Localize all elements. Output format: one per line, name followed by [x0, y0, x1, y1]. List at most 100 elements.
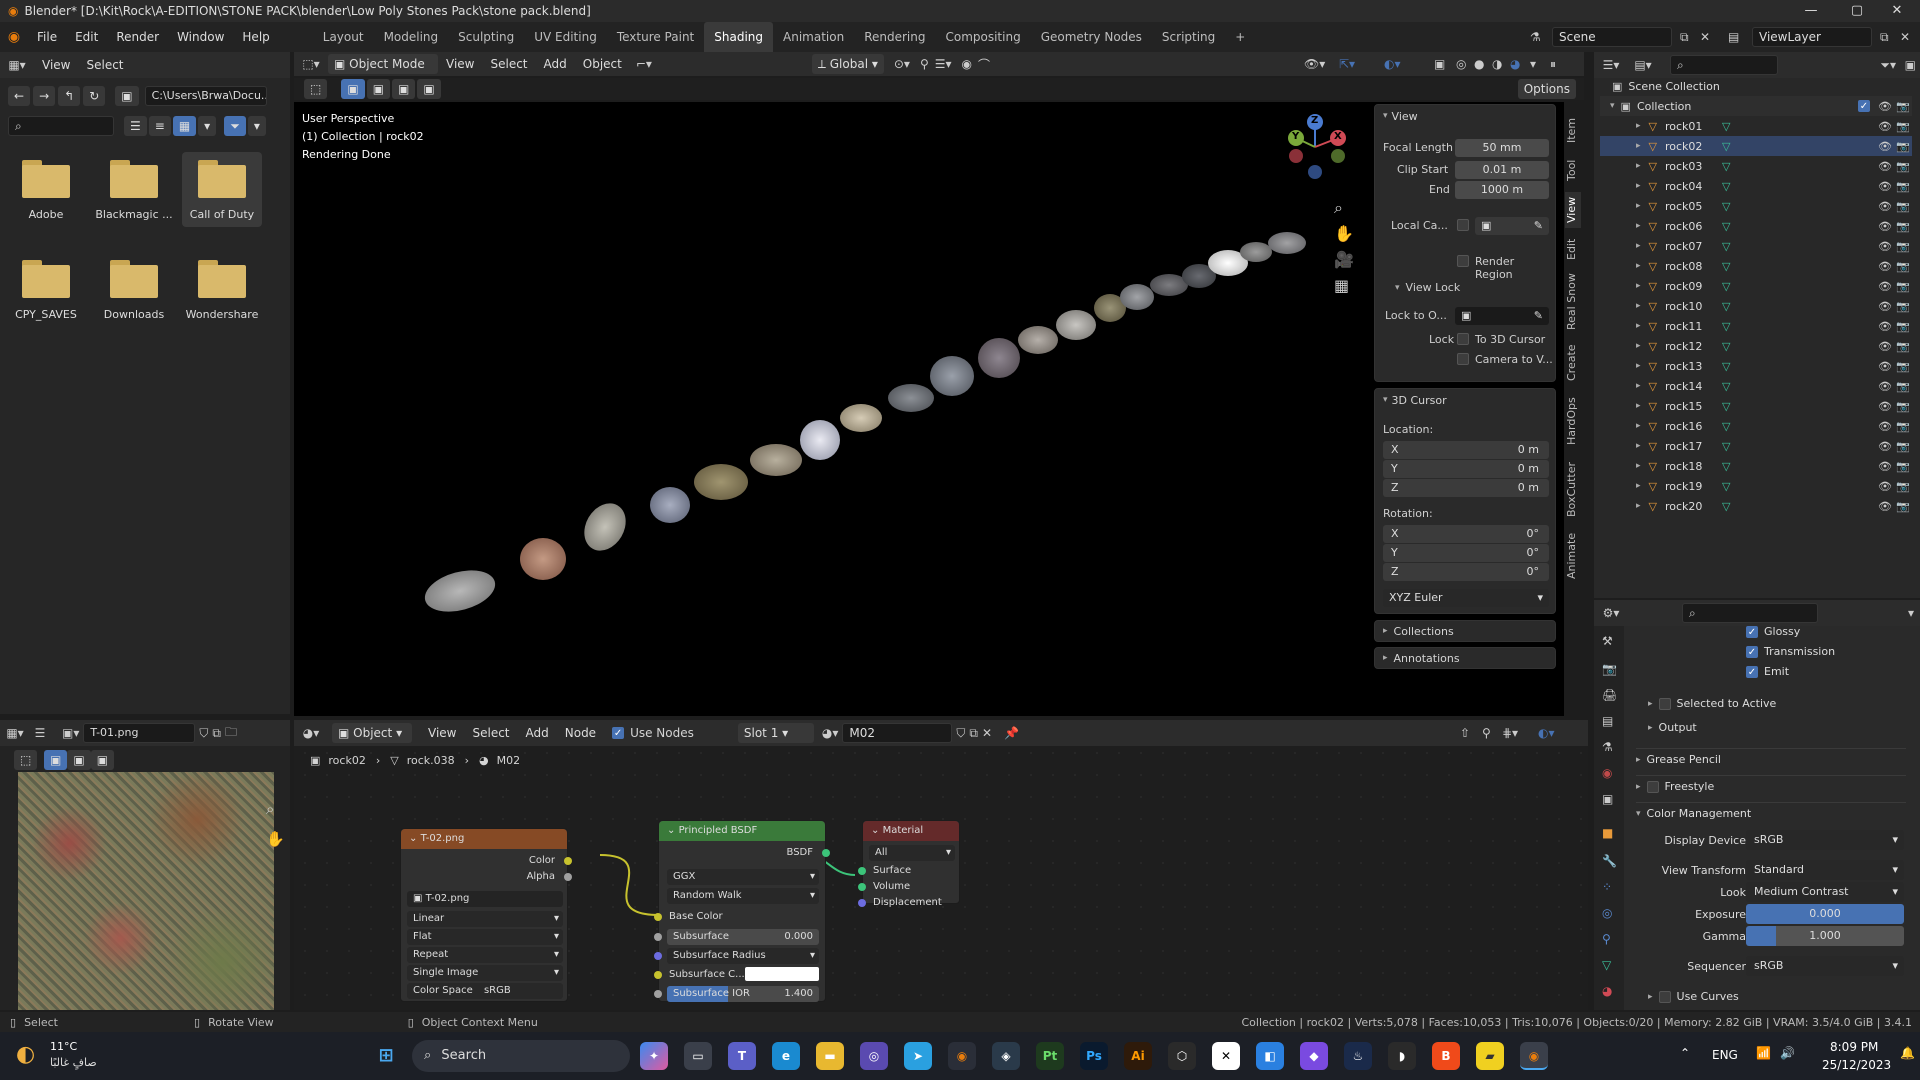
eye-icon[interactable]: 👁 — [1878, 220, 1892, 233]
expand-icon[interactable]: ▸ — [1636, 501, 1641, 511]
expand-icon[interactable]: ▸ — [1636, 161, 1641, 171]
mesh-data-icon[interactable]: ▽ — [1722, 480, 1730, 493]
path-field[interactable]: C:\Users\Brwa\Docu... — [144, 86, 267, 106]
folder-item[interactable]: Adobe — [6, 152, 86, 221]
eye-icon[interactable]: 👁 — [1878, 200, 1892, 213]
options-button[interactable]: Options — [1517, 79, 1576, 99]
expand-icon[interactable]: ▸ — [1636, 401, 1641, 411]
mesh-data-icon[interactable]: ▽ — [1722, 280, 1730, 293]
view-panel-header[interactable]: ▾ View — [1375, 105, 1555, 127]
subsurface-radius-input-socket[interactable] — [654, 952, 662, 960]
cursor-location-z[interactable]: Z 0 m — [1383, 479, 1549, 497]
filter-settings-icon[interactable]: ▾ — [247, 116, 266, 136]
tab-geometry-nodes[interactable]: Geometry Nodes — [1031, 22, 1152, 52]
rock-object[interactable] — [1268, 232, 1306, 254]
file-explorer-icon[interactable]: ▬ — [816, 1042, 844, 1070]
expand-icon[interactable]: ▸ — [1636, 121, 1641, 131]
pivot-icon[interactable]: ⊙▾ — [894, 57, 910, 71]
select-mode-extend-icon[interactable]: ▣ — [366, 79, 391, 99]
constraints-tab-icon[interactable]: ⚲ — [1602, 932, 1611, 946]
annotations-panel-header[interactable]: ▸ Annotations — [1374, 647, 1556, 669]
cursor-panel-header[interactable]: ▾ 3D Cursor — [1375, 389, 1555, 411]
subsurface-color-swatch[interactable] — [745, 967, 819, 981]
displacement-input-socket[interactable] — [858, 899, 866, 907]
use-curves-checkbox[interactable] — [1658, 990, 1671, 1003]
illustrator-icon[interactable]: Ai — [1124, 1042, 1152, 1070]
eye-icon[interactable]: 👁 — [1878, 460, 1892, 473]
render-camera-icon[interactable]: 📷 — [1896, 200, 1910, 213]
render-camera-icon[interactable]: 📷 — [1896, 240, 1910, 253]
menu-file[interactable]: File — [28, 22, 66, 52]
transmission-option[interactable]: ✓ Transmission — [1746, 645, 1835, 658]
outliner-object-row[interactable]: ▸ ▽ rock18 ▽ 👁 📷 — [1600, 456, 1912, 476]
rendered-shading-icon[interactable]: ◕ — [1510, 57, 1520, 71]
clip-start-field[interactable]: 0.01 m — [1455, 161, 1549, 179]
exposure-slider[interactable]: 0.000 — [1746, 904, 1904, 924]
file-search-input[interactable]: ⌕ — [8, 116, 114, 136]
lock-object-field[interactable]: ▣ ✎ — [1455, 307, 1549, 325]
local-camera-checkbox[interactable] — [1457, 219, 1469, 231]
world-tab-icon[interactable]: ◉ — [1602, 766, 1612, 780]
app-icon[interactable]: ◆ — [1300, 1042, 1328, 1070]
tab-rendering[interactable]: Rendering — [854, 22, 935, 52]
image-browse-icon[interactable]: ▣▾ — [62, 726, 79, 740]
sequencer-dropdown[interactable]: sRGB ▾ — [1746, 956, 1904, 976]
transform-icon[interactable]: ⌐▾ — [636, 57, 652, 71]
tab-sculpting[interactable]: Sculpting — [448, 22, 524, 52]
pause-render-icon[interactable]: ⏸ — [1550, 57, 1556, 72]
view-layer-tab-icon[interactable]: ▤ — [1602, 714, 1613, 728]
viewport-menu-select[interactable]: Select — [482, 51, 535, 77]
render-camera-icon[interactable]: 📷 — [1896, 380, 1910, 393]
eye-icon[interactable]: 👁 — [1878, 380, 1892, 393]
notification-icon[interactable]: 🔔 — [1900, 1046, 1915, 1060]
local-camera-field[interactable]: ▣ ✎ — [1475, 217, 1549, 235]
look-dropdown[interactable]: Medium Contrast ▾ — [1746, 882, 1904, 902]
render-region-checkbox[interactable] — [1457, 255, 1469, 267]
render-camera-icon[interactable]: 📷 — [1896, 120, 1910, 133]
target-dropdown[interactable]: All ▾ — [869, 845, 955, 861]
copilot-icon[interactable]: ✦ — [640, 1042, 668, 1070]
image-name-field[interactable]: T-01.png — [83, 723, 196, 743]
modifier-tab-icon[interactable]: 🔧 — [1602, 854, 1617, 868]
outliner-object-row[interactable]: ▸ ▽ rock12 ▽ 👁 📷 — [1600, 336, 1912, 356]
task-view-icon[interactable]: ▭ — [684, 1042, 712, 1070]
volume-input-socket[interactable] — [858, 883, 866, 891]
render-tab-icon[interactable]: 📷 — [1602, 662, 1617, 676]
tab-hardops[interactable]: HardOps — [1565, 392, 1581, 450]
view-layer-icon[interactable]: ▤ — [1728, 30, 1739, 44]
davinci-icon[interactable]: ◈ — [992, 1042, 1020, 1070]
mode-selector[interactable]: ▣ Object Mode ▾ — [328, 54, 438, 91]
blender-app-icon[interactable]: ◉ — [948, 1042, 976, 1070]
eye-icon[interactable]: 👁 — [1878, 340, 1892, 353]
render-camera-icon[interactable]: 📷 — [1896, 220, 1910, 233]
close-window-button[interactable]: ✕ — [1874, 0, 1920, 22]
brave-icon[interactable]: B — [1432, 1042, 1460, 1070]
cursor-rotation-x[interactable]: X 0° — [1383, 525, 1549, 543]
rock-object[interactable] — [1120, 284, 1154, 310]
mesh-data-icon[interactable]: ▽ — [1722, 380, 1730, 393]
mesh-data-icon[interactable]: ▽ — [1722, 340, 1730, 353]
display-mode-icon[interactable]: ▤▾ — [1628, 58, 1658, 72]
tab-layout[interactable]: Layout — [313, 22, 374, 52]
properties-search-input[interactable]: ⌕ — [1682, 603, 1818, 623]
render-camera-icon[interactable]: 📷 — [1896, 180, 1910, 193]
collection-tab-icon[interactable]: ▣ — [1602, 792, 1613, 806]
select-mode-extend-icon[interactable]: ▣ — [67, 750, 91, 770]
subsurface-color-input-socket[interactable] — [654, 971, 662, 979]
folder-item[interactable]: Downloads — [94, 252, 174, 321]
solid-shading-icon[interactable]: ● — [1474, 57, 1484, 71]
eye-icon[interactable]: 👁 — [1878, 280, 1892, 293]
principled-bsdf-node[interactable]: ⌄ Principled BSDF BSDF GGX ▾ Random Walk ▾… — [654, 820, 830, 1002]
rock-object[interactable] — [520, 538, 566, 580]
back-icon[interactable]: ← — [8, 86, 31, 106]
eye-icon[interactable]: 👁 — [1878, 100, 1892, 113]
eye-icon[interactable]: 👁 — [1878, 180, 1892, 193]
collections-panel-header[interactable]: ▸ Collections — [1374, 620, 1556, 642]
projection-dropdown[interactable]: Flat ▾ — [407, 929, 563, 945]
bsdf-output-socket[interactable] — [822, 849, 830, 857]
unity-icon[interactable]: ⬡ — [1168, 1042, 1196, 1070]
eyedropper-icon[interactable]: ✎ — [1534, 307, 1549, 325]
tab-shading[interactable]: Shading — [704, 22, 773, 52]
edge-icon[interactable]: e — [772, 1042, 800, 1070]
viewport-menu-add[interactable]: Add — [536, 51, 575, 77]
